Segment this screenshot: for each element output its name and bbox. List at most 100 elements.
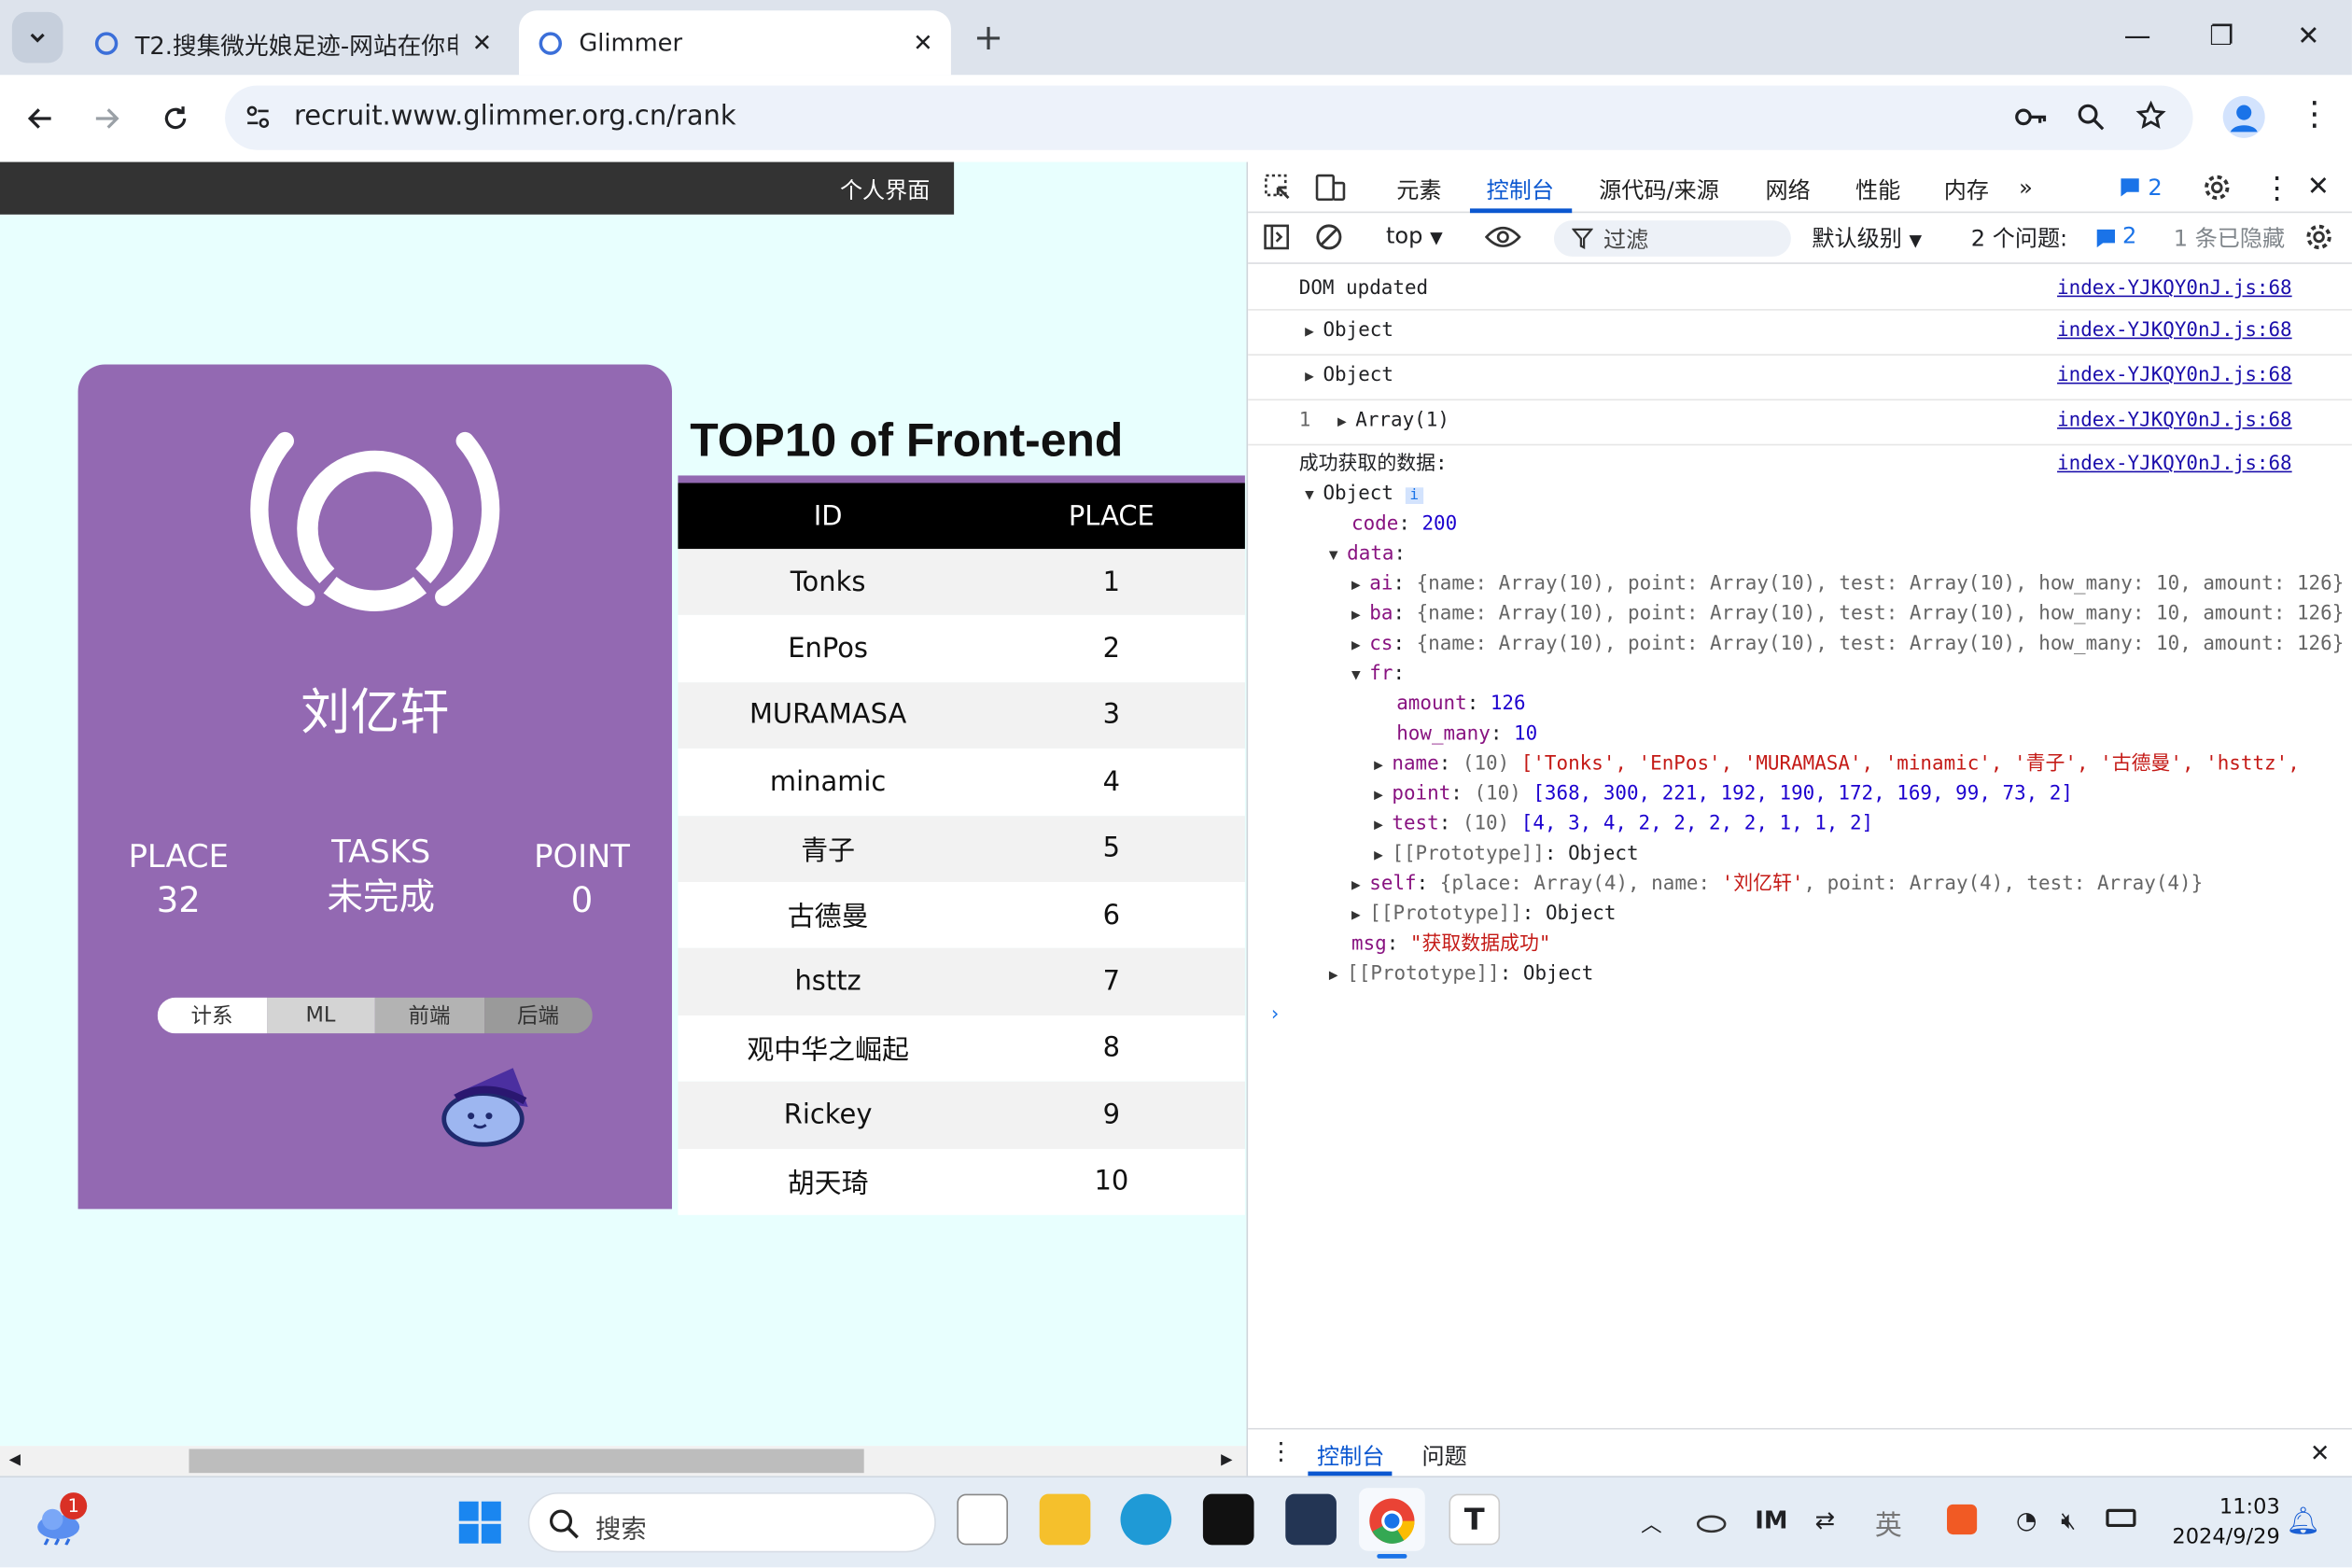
devtools-menu-icon[interactable]: ⋮ [2262, 170, 2292, 206]
settings-gear-icon[interactable] [2202, 173, 2232, 203]
issues-badge[interactable]: 2 [2148, 174, 2162, 201]
console-prompt[interactable]: › [1248, 1001, 2352, 1030]
prop-cs[interactable]: ▶ cs: {name: Array(10), point: Array(10),… [1248, 630, 2352, 660]
issues-message-icon[interactable] [2094, 227, 2119, 251]
devtools-tab-memory[interactable]: 内存 [1944, 174, 1989, 205]
prop-test[interactable]: ▶ test: (10) [4, 3, 4, 2, 2, 2, 2, 1, 1, … [1248, 810, 2352, 840]
tray-settings-icon[interactable]: ⇄ [1815, 1506, 1836, 1535]
prop-self[interactable]: ▶ self: {place: Array(4), name: '刘亿轩', po… [1248, 870, 2352, 900]
prop-data[interactable]: ▼ data: [1248, 540, 2352, 570]
prop-name[interactable]: ▶ name: (10) ['Tonks', 'EnPos', 'MURAMASA… [1248, 750, 2352, 780]
back-button[interactable] [18, 96, 63, 141]
wifi-icon[interactable]: ◔ [2016, 1506, 2037, 1535]
object-root[interactable]: ▼ Object i [1248, 480, 2352, 510]
devtools-tab-performance[interactable]: 性能 [1855, 174, 1900, 205]
zoom-icon[interactable] [2076, 102, 2106, 132]
source-link[interactable]: index-YJKQY0nJ.js:68 [2057, 450, 2292, 480]
context-selector[interactable]: top ▼ [1386, 222, 1443, 249]
source-link[interactable]: index-YJKQY0nJ.js:68 [2057, 274, 2292, 304]
expand-triangle-icon[interactable]: ▶ [1351, 872, 1369, 902]
url-text[interactable]: recruit.www.glimmer.org.cn/rank [294, 101, 736, 133]
prop-ai[interactable]: ▶ ai: {name: Array(10), point: Array(10),… [1248, 570, 2352, 600]
collapse-triangle-icon[interactable]: ▼ [1351, 662, 1369, 692]
windows-start-icon[interactable] [457, 1500, 502, 1545]
key-icon[interactable] [2013, 102, 2050, 132]
notification-bell-icon[interactable]: 🔔︎ [2286, 1506, 2320, 1538]
log-level-dropdown[interactable]: 默认级别 ▼ [1812, 222, 1922, 254]
prop-point[interactable]: ▶ point: (10) [368, 300, 221, 192, 190, 1… [1248, 780, 2352, 810]
prop-fr[interactable]: ▼ fr: [1248, 660, 2352, 690]
expand-triangle-icon[interactable]: ▶ [1305, 363, 1323, 393]
expand-triangle-icon[interactable]: ▶ [1374, 842, 1392, 872]
chatgpt-app-icon[interactable] [1202, 1493, 1254, 1546]
battery-icon[interactable] [2106, 1508, 2136, 1528]
sogou-ime-icon[interactable] [1947, 1504, 1978, 1535]
issues-count[interactable]: 2 [2122, 222, 2136, 249]
prop-ba[interactable]: ▶ ba: {name: Array(10), point: Array(10),… [1248, 600, 2352, 630]
more-tabs-icon[interactable]: » [2019, 174, 2033, 201]
chrome-browser-icon[interactable] [1366, 1495, 1418, 1547]
expand-triangle-icon[interactable]: ▶ [1351, 902, 1369, 931]
source-link[interactable]: index-YJKQY0nJ.js:68 [2057, 361, 2292, 391]
expand-triangle-icon[interactable]: ▶ [1351, 601, 1369, 631]
scroll-right-arrow-icon[interactable]: ▶ [1221, 1452, 1232, 1469]
cat-app-icon[interactable] [1285, 1493, 1337, 1546]
tray-app-icon[interactable]: IM [1755, 1506, 1787, 1535]
segment-cs[interactable]: 计系 [157, 997, 267, 1034]
segment-frontend[interactable]: 前端 [374, 997, 484, 1034]
segment-backend[interactable]: 后端 [483, 997, 593, 1034]
close-drawer-icon[interactable]: ✕ [2310, 1438, 2331, 1467]
onedrive-sync-icon[interactable] [1695, 1506, 1728, 1536]
console-message[interactable]: ▶ Object index-YJKQY0nJ.js:68 [1248, 316, 2352, 356]
typora-app-icon[interactable]: T [1449, 1493, 1501, 1546]
reload-button[interactable] [153, 96, 198, 141]
collapse-triangle-icon[interactable]: ▼ [1305, 482, 1323, 511]
collapse-triangle-icon[interactable]: ▼ [1329, 541, 1347, 571]
device-toolbar-icon[interactable] [1314, 173, 1347, 203]
file-explorer-icon[interactable] [1039, 1493, 1091, 1546]
inspect-element-icon[interactable] [1263, 173, 1293, 203]
prop-prototype[interactable]: ▶ [[Prototype]]: Object [1248, 900, 2352, 930]
clear-console-icon[interactable] [1314, 222, 1344, 252]
horizontal-scrollbar[interactable]: ◀ ▶ [0, 1446, 1247, 1477]
source-link[interactable]: index-YJKQY0nJ.js:68 [2057, 407, 2292, 437]
scroll-left-arrow-icon[interactable]: ◀ [9, 1452, 21, 1469]
close-tab-icon[interactable]: ✕ [472, 29, 493, 58]
devtools-tab-console[interactable]: 控制台 [1487, 174, 1554, 205]
issues-message-icon[interactable] [2118, 175, 2142, 200]
drawer-menu-icon[interactable]: ⋮ [1269, 1437, 1294, 1466]
scrollbar-thumb[interactable] [189, 1449, 864, 1474]
expand-triangle-icon[interactable]: ▶ [1337, 408, 1355, 438]
close-tab-icon[interactable]: ✕ [913, 29, 933, 58]
profile-avatar-icon[interactable] [2222, 95, 2265, 138]
prop-prototype[interactable]: ▶ [[Prototype]]: Object [1248, 960, 2352, 990]
devtools-tab-sources[interactable]: 源代码/来源 [1599, 174, 1719, 205]
source-link[interactable]: index-YJKQY0nJ.js:68 [2057, 316, 2292, 346]
sidebar-toggle-icon[interactable] [1263, 223, 1290, 250]
forward-button[interactable] [84, 96, 129, 141]
minimize-button[interactable]: — [2115, 15, 2160, 60]
expand-triangle-icon[interactable]: ▶ [1305, 318, 1323, 348]
info-icon[interactable]: i [1405, 487, 1423, 504]
browser-tab-2[interactable]: Glimmer ✕ [519, 10, 951, 76]
tab-search-button[interactable] [11, 11, 63, 63]
volume-muted-icon[interactable]: 🔇︎ [2061, 1506, 2076, 1536]
expand-triangle-icon[interactable]: ▶ [1374, 751, 1392, 781]
menu-kebab-icon[interactable]: ⋮ [2298, 98, 2331, 132]
close-window-button[interactable]: ✕ [2286, 15, 2331, 60]
new-tab-button[interactable]: + [969, 18, 1008, 57]
ime-indicator[interactable]: 英 [1875, 1505, 1902, 1544]
expand-triangle-icon[interactable]: ▶ [1351, 632, 1369, 662]
hidden-icons-chevron-icon[interactable]: ︿ [1641, 1509, 1661, 1539]
expand-triangle-icon[interactable]: ▶ [1374, 811, 1392, 841]
task-view-icon[interactable] [957, 1493, 1008, 1546]
expand-triangle-icon[interactable]: ▶ [1329, 961, 1347, 991]
restore-button[interactable]: ❐ [2199, 15, 2244, 60]
close-devtools-icon[interactable]: ✕ [2307, 171, 2330, 203]
bookmark-star-icon[interactable] [2135, 100, 2166, 131]
prop-prototype[interactable]: ▶ [[Prototype]]: Object [1248, 840, 2352, 870]
live-expression-eye-icon[interactable] [1485, 223, 1521, 250]
profile-page-link[interactable]: 个人界面 [840, 174, 930, 205]
taskbar-search-box[interactable]: 搜索 [527, 1492, 936, 1553]
console-filter-input[interactable]: 过滤 [1553, 220, 1791, 257]
